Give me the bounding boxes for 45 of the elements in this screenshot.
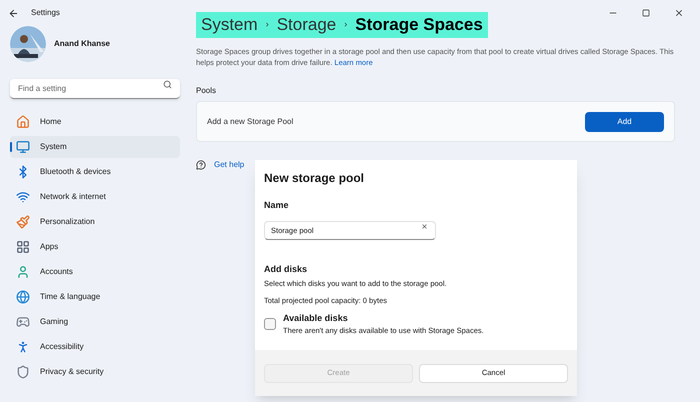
accessibility-icon	[16, 340, 30, 354]
breadcrumb-item[interactable]: Storage	[276, 12, 336, 38]
globe-icon	[16, 290, 30, 304]
wifi-icon	[16, 190, 30, 204]
disks-checkbox[interactable]	[264, 318, 276, 330]
home-icon	[16, 115, 30, 129]
brush-icon	[16, 215, 30, 229]
section-heading: Add disks	[264, 262, 308, 276]
nav-item[interactable]: Bluetooth & devices	[10, 161, 180, 183]
row-label: Add a new Storage Pool	[207, 116, 294, 128]
nav-item[interactable]: System	[10, 136, 180, 158]
get-help-link[interactable]: Get help	[214, 159, 244, 171]
shield-icon	[16, 365, 30, 379]
selection-indicator	[10, 142, 12, 152]
clear-icon[interactable]	[421, 222, 428, 230]
checkbox-title: Available disks	[283, 312, 349, 324]
nav-item[interactable]: Network & internet	[10, 186, 180, 208]
person-icon	[16, 265, 30, 279]
help-icon	[196, 160, 206, 170]
breadcrumb-item[interactable]: System	[201, 12, 258, 38]
field-label: Name	[264, 199, 290, 212]
nav-item[interactable]: Accessibility	[10, 336, 180, 358]
nav-item[interactable]: Privacy & security	[10, 361, 180, 383]
back-icon[interactable]	[8, 8, 19, 18]
nav-item[interactable]: Accounts	[10, 261, 180, 283]
monitor-icon	[16, 140, 30, 154]
search-icon[interactable]	[163, 80, 172, 89]
breadcrumb-separator: ›	[266, 18, 269, 32]
user-name: Anand Khanse	[54, 38, 110, 50]
section-heading: Pools	[196, 85, 218, 97]
gamepad-icon	[16, 315, 30, 329]
nav-item[interactable]: Home	[10, 111, 180, 133]
nav-item[interactable]: Apps	[10, 236, 180, 258]
breadcrumb-item: Storage Spaces	[355, 14, 483, 36]
nav-item[interactable]: Time & language	[10, 286, 180, 308]
breadcrumb-separator: ›	[344, 18, 348, 32]
nav-item[interactable]: Personalization	[10, 211, 180, 233]
apps-icon	[16, 240, 30, 254]
maximize-icon[interactable]	[642, 9, 650, 17]
dialog-title: New storage pool	[264, 170, 366, 187]
window-title: Settings	[31, 7, 60, 19]
nav-item[interactable]: Gaming	[10, 311, 180, 333]
add-button[interactable]: Add	[585, 112, 664, 132]
close-icon[interactable]	[674, 8, 684, 18]
search-field[interactable]: Find a setting	[10, 79, 180, 99]
